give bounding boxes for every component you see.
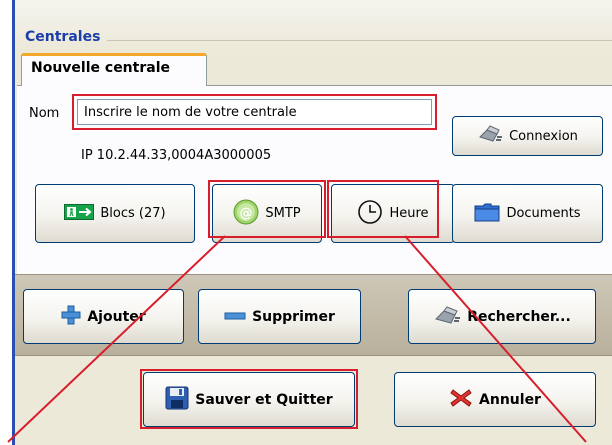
sauver-et-quitter-button[interactable]: Sauver et Quitter: [143, 372, 355, 427]
group-divider: [107, 40, 612, 41]
tab-nouvelle-centrale[interactable]: Nouvelle centrale: [21, 53, 207, 86]
nom-label: Nom: [29, 106, 60, 121]
exit-sign-icon: [64, 203, 95, 224]
annuler-label: Annuler: [479, 391, 541, 408]
minus-icon: [224, 309, 246, 325]
svg-text:@: @: [240, 206, 253, 221]
ajouter-label: Ajouter: [87, 308, 146, 325]
blocs-label: Blocs (27): [100, 206, 166, 221]
documents-button[interactable]: Documents: [452, 184, 603, 243]
smtp-button[interactable]: @ SMTP: [212, 184, 322, 243]
heure-label: Heure: [389, 206, 429, 221]
email-at-icon: @: [233, 199, 259, 229]
sauver-label: Sauver et Quitter: [195, 391, 333, 408]
supprimer-label: Supprimer: [252, 308, 335, 325]
action-toolbar: Ajouter Supprimer Rechercher...: [15, 274, 612, 356]
plus-icon: [61, 305, 81, 329]
red-x-icon: [449, 387, 473, 413]
floppy-disk-icon: [165, 386, 189, 414]
clock-icon: [357, 199, 383, 229]
ip-address-text: IP 10.2.44.33,0004A3000005: [81, 148, 272, 163]
nom-input[interactable]: [77, 99, 432, 125]
footer-bar: Sauver et Quitter Annuler: [15, 356, 612, 445]
folder-icon: [474, 202, 500, 226]
group-header: Centrales: [15, 0, 612, 52]
rechercher-button[interactable]: Rechercher...: [408, 289, 596, 344]
ajouter-button[interactable]: Ajouter: [23, 289, 184, 344]
tab-panel: Nom IP 10.2.44.33,0004A3000005 Connexion: [17, 85, 612, 274]
smtp-label: SMTP: [265, 206, 301, 221]
annuler-button[interactable]: Annuler: [394, 372, 596, 427]
plug-search-icon: [433, 304, 461, 330]
documents-label: Documents: [506, 206, 581, 221]
group-title: Centrales: [25, 29, 101, 45]
plug-icon: [477, 124, 503, 148]
centrales-window: Centrales Nouvelle centrale Nom IP 10.2.…: [12, 0, 612, 445]
connexion-button[interactable]: Connexion: [452, 116, 603, 156]
connexion-label: Connexion: [509, 128, 578, 144]
blocs-button[interactable]: Blocs (27): [35, 184, 195, 243]
heure-button[interactable]: Heure: [331, 184, 455, 243]
supprimer-button[interactable]: Supprimer: [198, 289, 361, 344]
rechercher-label: Rechercher...: [467, 308, 571, 325]
